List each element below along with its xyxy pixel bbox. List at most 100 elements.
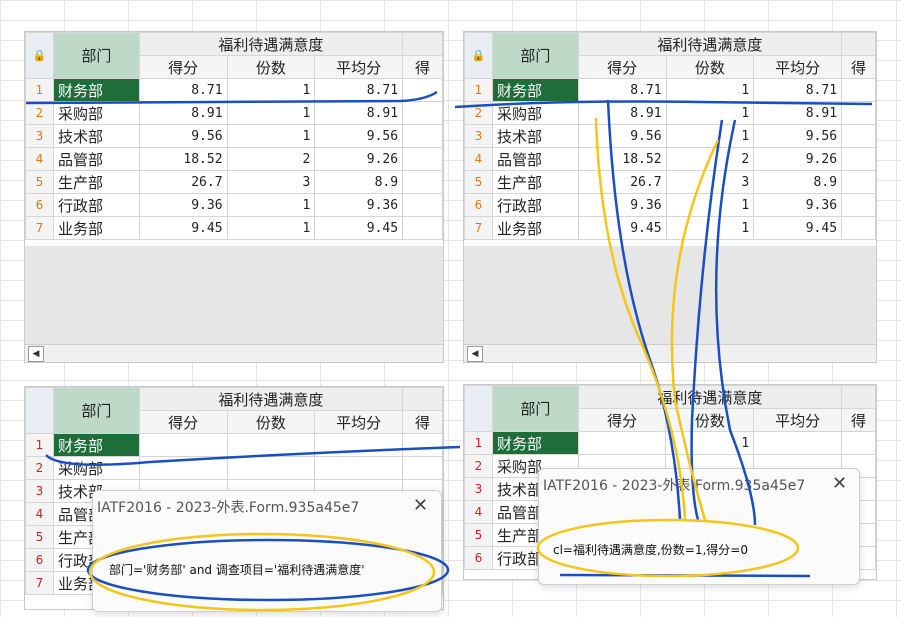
row-number[interactable]: 3 [25,479,54,503]
count-cell[interactable]: 1 [665,431,755,455]
row-number[interactable]: 5 [25,525,54,549]
table-row[interactable]: 4 品管部 18.52 2 9.26 [464,147,876,171]
count-cell[interactable]: 1 [226,124,316,148]
score-cell[interactable]: 26.7 [577,170,667,194]
count-cell[interactable]: 3 [665,170,755,194]
scroll-left-icon[interactable]: ◀ [28,346,44,362]
table-row[interactable]: 1 财务部 8.71 1 8.71 [25,78,443,102]
row-number[interactable]: 2 [25,101,54,125]
row-number[interactable]: 1 [464,78,493,102]
row-number[interactable]: 3 [464,477,493,501]
avg-cell[interactable]: 9.26 [753,147,843,171]
lock-icon[interactable]: 🔒 [464,32,493,79]
next-cell[interactable] [402,147,443,171]
dept-header[interactable]: 部门 [52,387,140,434]
count-cell[interactable]: 1 [665,78,755,102]
group-header-next[interactable] [841,32,876,56]
dept-cell[interactable]: 财务部 [52,78,140,102]
table-row[interactable]: 7 业务部 9.45 1 9.45 [464,216,876,240]
count-cell[interactable]: 1 [226,78,316,102]
table-row[interactable]: 6 行政部 9.36 1 9.36 [464,193,876,217]
row-number[interactable]: 7 [25,216,54,240]
next-cell[interactable] [402,170,443,194]
dept-header[interactable]: 部门 [491,32,579,79]
avg-cell[interactable]: 8.71 [314,78,404,102]
message-dialog-right[interactable]: IATF2016 - 2023-外表.Form.935a45e7 ✕ cl=福利… [538,468,860,585]
table-row[interactable]: 1 财务部 8.71 1 8.71 [464,78,876,102]
count-cell[interactable]: 1 [665,193,755,217]
table-row[interactable]: 6 行政部 9.36 1 9.36 [25,193,443,217]
next-cell[interactable] [402,124,443,148]
next-cell[interactable] [402,101,443,125]
score-cell[interactable]: 9.45 [138,216,228,240]
count-cell[interactable]: 1 [226,193,316,217]
header-count[interactable]: 份数 [665,55,755,79]
row-number[interactable]: 1 [25,433,54,457]
dept-cell[interactable]: 采购部 [491,101,579,125]
next-cell[interactable] [841,193,876,217]
row-number[interactable]: 6 [464,546,493,570]
header-score[interactable]: 得分 [577,55,667,79]
next-cell[interactable] [402,216,443,240]
dept-cell[interactable]: 业务部 [52,216,140,240]
header-score-next[interactable]: 得 [402,410,443,434]
next-cell[interactable] [841,147,876,171]
close-icon[interactable]: ✕ [832,473,847,494]
row-number[interactable]: 5 [464,170,493,194]
dept-cell[interactable]: 采购部 [52,101,140,125]
group-header-next[interactable] [402,387,443,411]
row-number[interactable]: 3 [25,124,54,148]
avg-cell[interactable]: 9.36 [753,193,843,217]
score-cell[interactable]: 9.56 [138,124,228,148]
row-number[interactable]: 3 [464,124,493,148]
row-number[interactable]: 5 [464,523,493,547]
row-number[interactable]: 4 [25,502,54,526]
count-cell[interactable]: 1 [665,101,755,125]
horizontal-scrollbar[interactable]: ◀ [25,344,443,362]
row-number[interactable]: 6 [464,193,493,217]
count-cell[interactable]: 2 [665,147,755,171]
avg-cell[interactable]: 9.45 [753,216,843,240]
header-count[interactable]: 份数 [226,55,316,79]
row-number[interactable]: 6 [25,193,54,217]
score-cell[interactable]: 18.52 [138,147,228,171]
score-cell[interactable]: 8.91 [138,101,228,125]
header-score[interactable]: 得分 [577,408,667,432]
row-number[interactable]: 4 [464,500,493,524]
score-cell[interactable]: 9.56 [577,124,667,148]
score-cell[interactable]: 9.36 [138,193,228,217]
dept-cell[interactable]: 财务部 [52,433,140,457]
lock-icon[interactable]: 🔒 [25,32,54,79]
row-number[interactable]: 7 [25,571,54,595]
table-row[interactable]: 4 品管部 18.52 2 9.26 [25,147,443,171]
group-header[interactable]: 福利待遇满意度 [577,385,843,409]
next-cell[interactable] [841,78,876,102]
score-cell[interactable]: 9.45 [577,216,667,240]
horizontal-scrollbar[interactable]: ◀ [464,344,876,362]
row-number[interactable]: 2 [464,101,493,125]
count-cell[interactable]: 1 [665,124,755,148]
row-number[interactable]: 2 [25,456,54,480]
dept-cell[interactable]: 行政部 [491,193,579,217]
avg-cell[interactable]: 8.71 [753,78,843,102]
scroll-left-icon[interactable]: ◀ [467,346,483,362]
avg-cell[interactable]: 9.36 [314,193,404,217]
row-number[interactable]: 4 [464,147,493,171]
avg-cell[interactable]: 9.56 [314,124,404,148]
row-number[interactable]: 1 [25,78,54,102]
dept-cell[interactable]: 财务部 [491,78,579,102]
table-row[interactable]: 1 财务部 [25,433,443,457]
header-score[interactable]: 得分 [138,55,228,79]
count-cell[interactable]: 1 [226,216,316,240]
next-cell[interactable] [402,78,443,102]
header-average[interactable]: 平均分 [314,410,404,434]
score-cell[interactable]: 18.52 [577,147,667,171]
count-cell[interactable]: 1 [226,101,316,125]
table-row[interactable]: 3 技术部 9.56 1 9.56 [464,124,876,148]
score-cell[interactable]: 8.71 [138,78,228,102]
avg-cell[interactable]: 8.91 [314,101,404,125]
avg-cell[interactable]: 8.9 [753,170,843,194]
group-header[interactable]: 福利待遇满意度 [577,32,843,56]
avg-cell[interactable]: 8.91 [753,101,843,125]
header-average[interactable]: 平均分 [753,408,843,432]
